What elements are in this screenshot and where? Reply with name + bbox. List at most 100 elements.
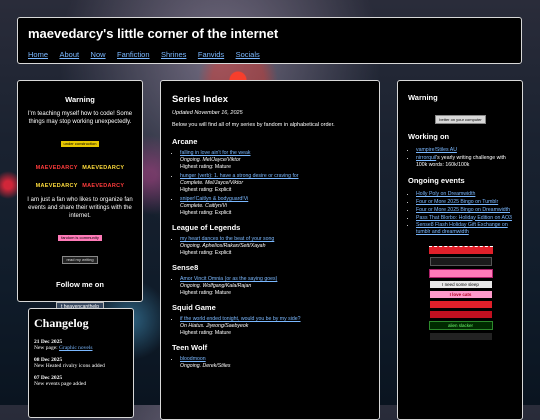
nav-about[interactable]: About [59, 50, 79, 59]
series-item: if the world ended tonight, would you be… [180, 316, 368, 337]
changelog-link[interactable]: Graphic novels [59, 345, 92, 351]
series-item: my heart dances to the beat of your song… [180, 236, 368, 257]
event-link[interactable]: Four or More 2025 Bingo on Dreamwidth [416, 207, 510, 213]
nav-fanvids[interactable]: Fanvids [198, 50, 224, 59]
changelog-entry: New Heated rivalry icons added [34, 363, 105, 369]
changelog-panel: Changelog 21 Dec 2025 New page: Graphic … [28, 308, 134, 418]
updated-date: Updated November 16, 2025 [172, 110, 243, 116]
working-item: vampire!Stiles AU [416, 147, 513, 154]
event-link[interactable]: Holly Poly on Dreamwidth [416, 191, 475, 197]
working-item: nirrorquil's yearly writing challenge wi… [416, 155, 513, 169]
series-status: On Hiatus. Jiyeong/Saebyeok [180, 323, 249, 330]
main-nav: Home About Now Fanfiction Shrines Fanvid… [28, 44, 511, 62]
event-link[interactable]: Sense8 Flash Holiday Gift Exchange on tu… [416, 222, 508, 235]
event-link[interactable]: Four or More 2025 Bingo on Tumblr [416, 199, 498, 205]
event-link[interactable]: Pass That Blorbo: Holiday Edition on AO3 [416, 215, 512, 221]
series-rating: Highest rating: Mature [180, 164, 232, 171]
series-rating: Highest rating: Explicit [180, 210, 232, 217]
series-link[interactable]: sniper!Caitlyn & bodyguard!Vi [180, 196, 248, 202]
under-construction-badge: under construction [59, 140, 101, 149]
event-item: Pass That Blorbo: Holiday Edition on AO3 [416, 215, 513, 222]
dark-stamp [429, 332, 492, 340]
events-list: Holly Poly on Dreamwidth Four or More 20… [408, 191, 513, 236]
pink-badge: fandom is community [58, 235, 102, 242]
nav-shrines[interactable]: Shrines [161, 50, 186, 59]
fan-intro-text: I am just a fan who likes to organize fa… [27, 197, 133, 220]
fandom-heading: Sense8 [172, 263, 199, 273]
series-link[interactable]: my heart dances to the beat of your song [180, 236, 274, 242]
fandom-heading: Arcane [172, 137, 198, 146]
series-list: bloodmoonOngoing. Derek/Stiles [172, 356, 368, 370]
event-item: Four or More 2025 Bingo on Tumblr [416, 199, 513, 206]
nav-fanfiction[interactable]: Fanfiction [117, 50, 150, 59]
series-rating: Highest rating: Explicit [180, 187, 232, 194]
nav-home[interactable]: Home [28, 50, 48, 59]
working-link[interactable]: nirrorquil [416, 155, 436, 161]
series-rating: Highest rating: Mature [180, 290, 232, 297]
left-warning-text: I'm teaching myself how to code! Some th… [27, 111, 133, 126]
page-title: Series Index [172, 94, 228, 105]
better-on-computer-badge: better on your computer [435, 115, 486, 124]
series-item: hunger (verb): 1. have a strong desire o… [180, 173, 368, 194]
series-link[interactable]: bloodmoon [180, 356, 206, 362]
nav-now[interactable]: Now [91, 50, 106, 59]
series-rating: Highest rating: Explicit [180, 250, 232, 257]
header-panel: maevedarcy's little corner of the intern… [17, 17, 522, 64]
working-link[interactable]: vampire!Stiles AU [416, 147, 457, 153]
series-list: my heart dances to the beat of your song… [172, 236, 368, 257]
site-title: maevedarcy's little corner of the intern… [28, 26, 279, 41]
series-status: Ongoing. Derek/Stiles [180, 363, 231, 370]
changelog-entry: New page: Graphic novels [34, 345, 128, 351]
intro-text: Below you will find all of my series by … [172, 122, 335, 128]
series-link[interactable]: if the world ended tonight, would you be… [180, 316, 301, 322]
changelog-entry-text: New page: [34, 345, 60, 351]
pink-stamp [428, 268, 493, 278]
series-item: Amor Vincit Omnia (or as the saying goes… [180, 276, 368, 297]
fandom-heading: Teen Wolf [172, 343, 208, 353]
maeve-badge: MAEVEDARCY [82, 183, 125, 190]
events-heading: Ongoing events [408, 176, 465, 186]
maeve-badge: MAEVEDARCY [35, 165, 78, 172]
changelog-entry: New events page added [34, 381, 87, 387]
maevedarcy-badge-grid: MAEVEDARCY MAEVEDARCY MAEVEDARCY MAEVEDA… [24, 156, 136, 192]
sleep-stamp: I need some sleep [429, 280, 492, 288]
follow-heading: Follow me on [56, 280, 104, 290]
maeve-badge: MAEVEDARCY [35, 183, 78, 190]
series-status: Ongoing. Mel/Jayce/Viktor [180, 157, 241, 164]
series-list: Amor Vincit Omnia (or as the saying goes… [172, 276, 368, 297]
series-item: bloodmoonOngoing. Derek/Stiles [180, 356, 368, 370]
series-item: sniper!Caitlyn & bodyguard!ViComplete. C… [180, 196, 368, 217]
left-sidebar: Warning I'm teaching myself how to code!… [17, 80, 143, 313]
fandom-heading: League of Legends [172, 223, 241, 233]
working-list: vampire!Stiles AU nirrorquil's yearly wr… [408, 147, 513, 168]
alien-stamp: alien slacker [428, 320, 493, 330]
red-stamp [429, 300, 492, 308]
left-warning-heading: Warning [65, 95, 95, 104]
maeve-badge: MAEVEDARCY [82, 165, 125, 172]
event-item: Four or More 2025 Bingo on Dreamwidth [416, 207, 513, 214]
changelog-title: Changelog [34, 316, 89, 330]
series-index-panel: Series Index Updated November 16, 2025 B… [160, 80, 380, 420]
series-status: Complete. Caitlyn/Vi [180, 203, 227, 210]
series-status: Ongoing. Aphelios/Rakan/Sett/Xayah [180, 243, 266, 250]
series-status: Ongoing. Wolfgang/Kala/Rajan [180, 283, 252, 290]
event-item: Holly Poly on Dreamwidth [416, 191, 513, 198]
red-stamp [428, 245, 493, 254]
stamp-column: I need some sleep I love cats alien slac… [408, 245, 513, 340]
series-link[interactable]: falling in love ain't for the weak [180, 150, 251, 156]
working-heading: Working on [408, 132, 450, 141]
dark-stamp [429, 256, 492, 266]
right-sidebar: Warning better on your computer Working … [397, 80, 523, 420]
event-item: Sense8 Flash Holiday Gift Exchange on tu… [416, 222, 513, 236]
series-rating: Highest rating: Mature [180, 330, 232, 337]
nav-socials[interactable]: Socials [236, 50, 260, 59]
series-status: Complete. Mel/Jayce/Viktor [180, 180, 244, 187]
series-link[interactable]: hunger (verb): 1. have a strong desire o… [180, 173, 299, 179]
series-item: falling in love ain't for the weakOngoin… [180, 150, 368, 171]
red-stamp [429, 310, 492, 318]
right-warning-heading: Warning [408, 93, 438, 102]
series-list: falling in love ain't for the weakOngoin… [172, 150, 368, 217]
fandom-heading: Squid Game [172, 303, 216, 313]
series-link[interactable]: Amor Vincit Omnia (or as the saying goes… [180, 276, 277, 282]
love-cats-stamp: I love cats [429, 290, 492, 298]
